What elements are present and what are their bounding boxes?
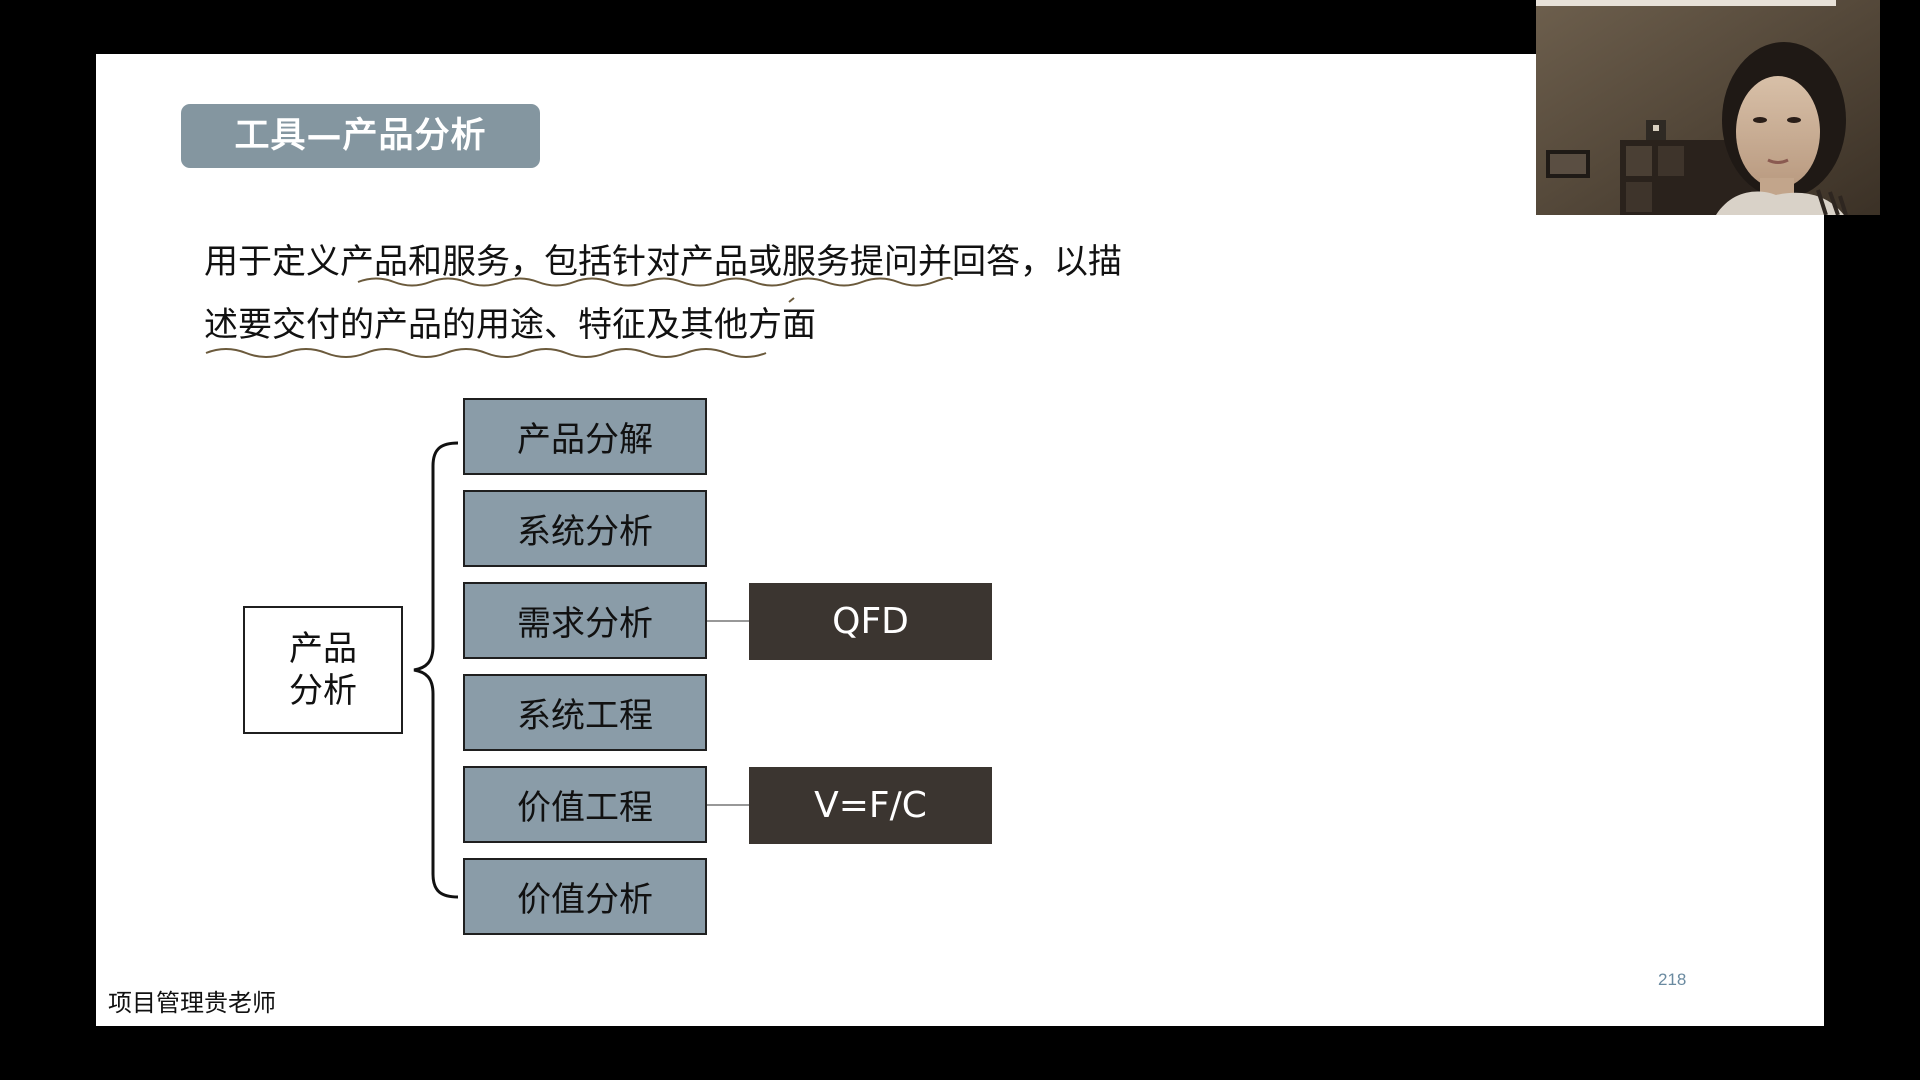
page-number: 218 xyxy=(1658,970,1687,989)
tool-vfc-box: V=F/C xyxy=(749,767,992,844)
branch-product-breakdown: 产品分解 xyxy=(463,398,707,475)
root-node-box: 产品 分析 xyxy=(243,606,403,734)
description-line-2: 述要交付的产品的用途、特征及其他方面 xyxy=(204,305,816,345)
screen: 工具—产品分析 用于定义产品和服务，包括针对产品或服务提问并回答，以描 述要交付… xyxy=(0,0,1920,1080)
branch-systems-analysis: 系统分析 xyxy=(463,490,707,567)
branch-value-engineering: 价值工程 xyxy=(463,766,707,843)
root-node-line-1: 产品 xyxy=(289,629,357,669)
presenter-video-icon xyxy=(1536,0,1880,215)
slide-title: 工具—产品分析 xyxy=(181,104,540,168)
annotation-underline-2 xyxy=(205,348,767,358)
branch-systems-engineering: 系统工程 xyxy=(463,674,707,751)
tool-qfd-box: QFD xyxy=(749,583,992,660)
root-node-line-2: 分析 xyxy=(289,671,357,711)
annotation-tick xyxy=(788,297,795,303)
branch-value-analysis: 价值分析 xyxy=(463,858,707,935)
branch-requirements-analysis: 需求分析 xyxy=(463,582,707,659)
watermark: 项目管理贵老师 xyxy=(108,989,276,1017)
webcam-overlay xyxy=(1536,0,1880,215)
brace xyxy=(413,441,459,899)
description-line-1: 用于定义产品和服务，包括针对产品或服务提问并回答，以描 xyxy=(204,242,1122,282)
